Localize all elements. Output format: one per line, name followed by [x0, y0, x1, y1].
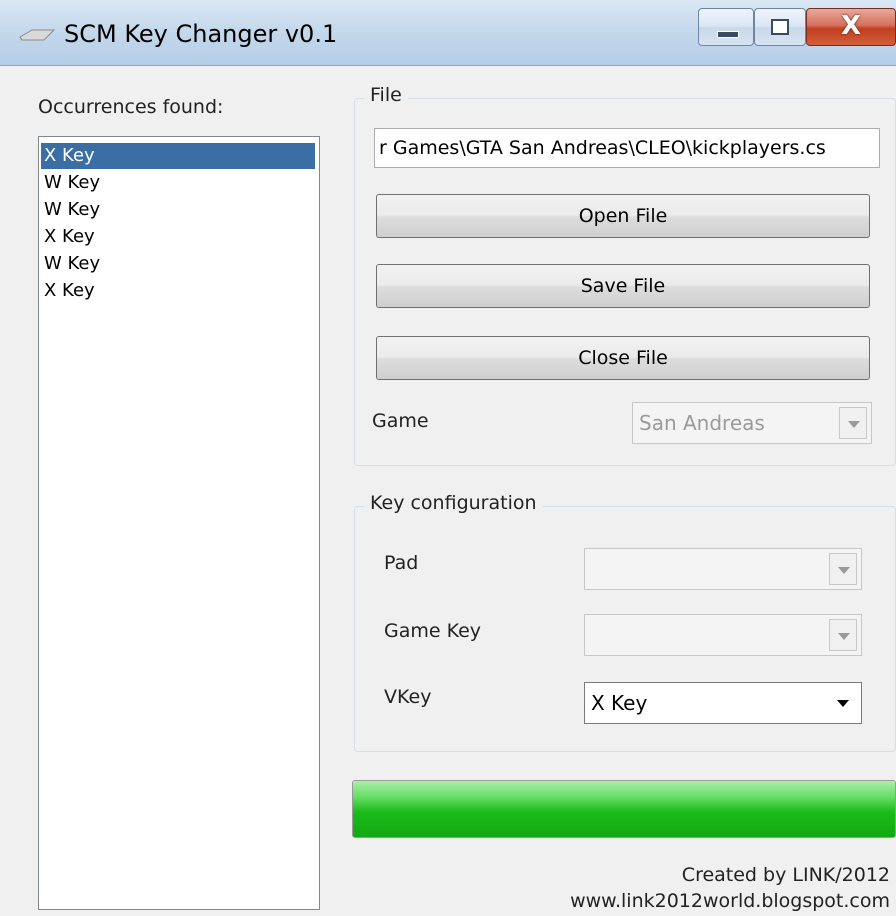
list-item[interactable]: X Key [41, 143, 315, 169]
game-combobox[interactable]: San Andreas [632, 402, 872, 444]
chevron-down-icon[interactable] [829, 553, 857, 585]
game-key-combobox[interactable] [584, 614, 862, 656]
list-item[interactable]: X Key [41, 278, 315, 304]
progress-bar-fill [353, 781, 895, 837]
minimize-icon [717, 31, 739, 38]
key-configuration-legend: Key configuration [364, 492, 543, 514]
vkey-combobox-value: X Key [591, 691, 648, 715]
vkey-combobox[interactable]: X Key [584, 682, 862, 724]
save-file-button[interactable]: Save File [376, 264, 870, 308]
keyboard-key-icon [19, 29, 56, 41]
maximize-icon [771, 19, 789, 35]
occurrences-listbox[interactable]: X Key W Key W Key X Key W Key X Key [38, 136, 320, 910]
chevron-down-icon[interactable] [829, 619, 857, 651]
file-path-field[interactable]: r Games\GTA San Andreas\CLEO\kickplayers… [374, 128, 880, 168]
list-item[interactable]: W Key [41, 197, 315, 223]
credit-author: Created by LINK/2012 [681, 864, 890, 886]
game-label: Game [372, 410, 429, 432]
progress-bar [352, 780, 896, 838]
close-button[interactable]: X [806, 8, 896, 46]
credit-website: www.link2012world.blogspot.com [570, 890, 890, 912]
list-item[interactable]: X Key [41, 224, 315, 250]
close-icon: X [840, 11, 862, 41]
list-item[interactable]: W Key [41, 170, 315, 196]
title-bar[interactable]: SCM Key Changer v0.1 X [0, 0, 896, 66]
window-title: SCM Key Changer v0.1 [64, 20, 338, 48]
maximize-button[interactable] [754, 8, 806, 46]
app-window: SCM Key Changer v0.1 X Occurrences found… [0, 0, 896, 916]
open-file-button[interactable]: Open File [376, 194, 870, 238]
chevron-down-icon[interactable] [829, 687, 857, 719]
vkey-label: VKey [384, 686, 432, 708]
occurrences-label: Occurrences found: [38, 96, 224, 118]
list-item[interactable]: W Key [41, 251, 315, 277]
minimize-button[interactable] [698, 8, 754, 46]
game-key-label: Game Key [384, 620, 482, 642]
chevron-down-icon[interactable] [839, 407, 867, 439]
pad-label: Pad [384, 552, 419, 574]
close-file-button[interactable]: Close File [376, 336, 870, 380]
game-combobox-value: San Andreas [639, 411, 765, 435]
pad-combobox[interactable] [584, 548, 862, 590]
file-group-legend: File [364, 84, 408, 106]
